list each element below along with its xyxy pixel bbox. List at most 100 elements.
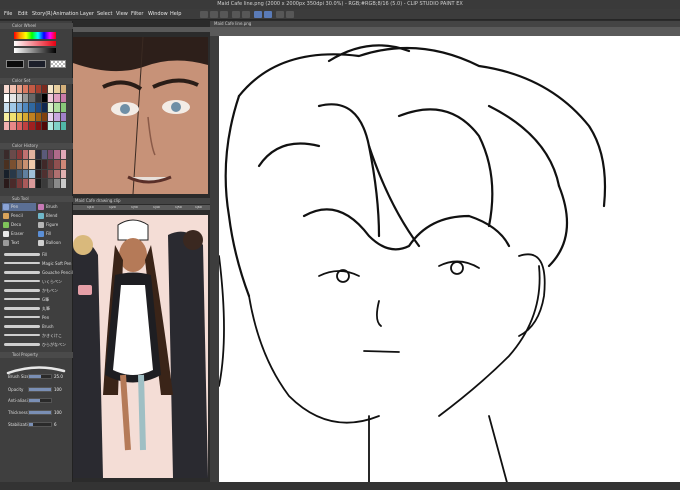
history-swatch[interactable]: [22, 179, 29, 188]
palette-swatch[interactable]: [16, 85, 22, 94]
clear-icon[interactable]: [254, 11, 262, 18]
palette-swatch[interactable]: [16, 121, 22, 130]
menu-filter[interactable]: Filter: [131, 9, 143, 20]
palette-swatch[interactable]: [48, 112, 54, 121]
tool-text[interactable]: Text: [2, 239, 36, 247]
palette-swatch[interactable]: [10, 85, 16, 94]
property-opacity[interactable]: Opacity 100: [4, 385, 70, 394]
palette-swatch[interactable]: [4, 103, 10, 112]
transparent-color-swatch[interactable]: [50, 60, 66, 68]
palette-swatch[interactable]: [29, 103, 35, 112]
history-swatch[interactable]: [4, 159, 10, 169]
brush-item[interactable]: いくらペン: [4, 277, 70, 286]
menu-help[interactable]: Help: [170, 9, 181, 20]
slider-track[interactable]: [28, 387, 52, 392]
palette-swatch[interactable]: [22, 112, 29, 121]
history-swatch[interactable]: [22, 159, 29, 169]
palette-swatch[interactable]: [10, 121, 16, 130]
palette-swatch[interactable]: [41, 121, 48, 130]
history-swatch[interactable]: [60, 150, 66, 159]
tool-blend[interactable]: Blend: [37, 212, 71, 220]
palette-swatch[interactable]: [22, 103, 29, 112]
property-thickness[interactable]: Thickness 100: [4, 408, 70, 417]
brush-item[interactable]: Pen: [4, 313, 70, 322]
history-swatch[interactable]: [54, 179, 60, 188]
tool-property-header[interactable]: Tool Property: [0, 352, 73, 358]
palette-swatch[interactable]: [4, 94, 10, 103]
brush-item[interactable]: Fill: [4, 250, 70, 259]
ruler-icon[interactable]: [286, 11, 294, 18]
brush-item[interactable]: かきくけこ: [4, 331, 70, 340]
tool-deco[interactable]: Deco: [2, 221, 36, 229]
palette-swatch[interactable]: [48, 121, 54, 130]
menu-animation[interactable]: Animation: [53, 9, 79, 20]
menu-view[interactable]: View: [116, 9, 128, 20]
history-swatch[interactable]: [35, 179, 41, 188]
brush-item[interactable]: Brush: [4, 322, 70, 331]
history-swatch[interactable]: [16, 150, 22, 159]
history-swatch[interactable]: [41, 179, 48, 188]
palette-swatch[interactable]: [54, 112, 60, 121]
slider-track[interactable]: [28, 410, 52, 415]
history-swatch[interactable]: [60, 159, 66, 169]
palette-swatch[interactable]: [60, 94, 66, 103]
tool-fill[interactable]: Fill: [37, 230, 71, 238]
history-swatch[interactable]: [48, 179, 54, 188]
tool-brush[interactable]: Brush: [37, 203, 71, 211]
palette-swatch[interactable]: [41, 94, 48, 103]
palette-swatch[interactable]: [4, 85, 10, 94]
tool-eraser[interactable]: Eraser: [2, 230, 36, 238]
value-slider[interactable]: [14, 48, 56, 53]
history-swatch[interactable]: [54, 169, 60, 179]
palette-swatch[interactable]: [60, 103, 66, 112]
navigator-header[interactable]: Maid Cafe drawing.clip: [73, 198, 210, 204]
history-swatch[interactable]: [16, 179, 22, 188]
main-color-swatch[interactable]: [6, 60, 24, 68]
history-swatch[interactable]: [22, 150, 29, 159]
palette-swatch[interactable]: [22, 121, 29, 130]
slider-track[interactable]: [28, 398, 52, 403]
history-swatch[interactable]: [48, 169, 54, 179]
tool-figure[interactable]: Figure: [37, 221, 71, 229]
brush-item[interactable]: 丸筆: [4, 304, 70, 313]
sub-tool-header[interactable]: Sub Tool: [0, 196, 73, 202]
new-file-icon[interactable]: [200, 11, 208, 18]
history-swatch[interactable]: [60, 169, 66, 179]
palette-swatch[interactable]: [10, 112, 16, 121]
palette-swatch[interactable]: [54, 85, 60, 94]
palette-swatch[interactable]: [48, 94, 54, 103]
history-swatch[interactable]: [29, 169, 35, 179]
history-swatch[interactable]: [10, 169, 16, 179]
tool-balloon[interactable]: Balloon: [37, 239, 71, 247]
history-swatch[interactable]: [29, 179, 35, 188]
subview-reference-image[interactable]: [73, 37, 208, 194]
menu-layer[interactable]: Layer: [80, 9, 94, 20]
color-history-header[interactable]: Color History: [0, 143, 73, 149]
palette-swatch[interactable]: [29, 85, 35, 94]
brush-item[interactable]: ひらがなペン: [4, 340, 70, 349]
canvas-tab[interactable]: Maid Cafe line.png: [214, 21, 251, 27]
property-stabilization[interactable]: Stabilization 6: [4, 420, 70, 429]
tool-pencil[interactable]: Pencil: [2, 212, 36, 220]
palette-swatch[interactable]: [41, 103, 48, 112]
history-swatch[interactable]: [10, 159, 16, 169]
palette-swatch[interactable]: [16, 94, 22, 103]
history-swatch[interactable]: [16, 159, 22, 169]
palette-swatch[interactable]: [41, 85, 48, 94]
history-swatch[interactable]: [16, 169, 22, 179]
brush-item[interactable]: G筆: [4, 295, 70, 304]
color-set-header[interactable]: Color Set: [0, 78, 73, 84]
save-icon[interactable]: [220, 11, 228, 18]
history-swatch[interactable]: [10, 150, 16, 159]
brush-item[interactable]: Magic Soft Pen: [4, 259, 71, 268]
palette-swatch[interactable]: [29, 94, 35, 103]
sub-color-swatch[interactable]: [28, 60, 46, 68]
palette-swatch[interactable]: [60, 112, 66, 121]
palette-swatch[interactable]: [29, 121, 35, 130]
palette-swatch[interactable]: [35, 94, 41, 103]
color-set-palette[interactable]: [4, 85, 66, 130]
palette-swatch[interactable]: [60, 85, 66, 94]
menu-file[interactable]: File: [4, 9, 12, 20]
color-history-palette[interactable]: [4, 150, 66, 188]
undo-icon[interactable]: [232, 11, 240, 18]
